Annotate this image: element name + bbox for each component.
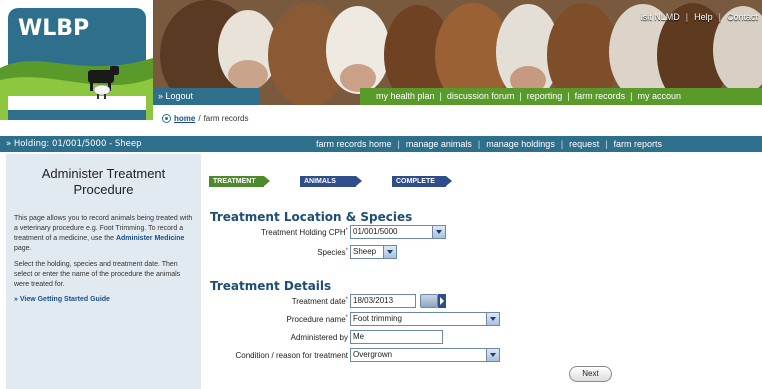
sidebar-instructions: Select the holding, species and treatmen… (14, 261, 181, 288)
administered-by-input[interactable]: Me (350, 330, 443, 344)
subnav-farm-reports[interactable]: farm reports (614, 139, 663, 149)
species-value: Sheep (353, 247, 377, 256)
holding-subnav: » Holding: 01/001/5000 - Sheep farm reco… (0, 136, 762, 152)
species-label: Species* (317, 248, 348, 257)
cph-select[interactable]: 01/001/5000 (350, 225, 446, 239)
step-animals: ANIMALS (300, 176, 362, 187)
treatment-date-input[interactable]: 18/03/2013 (350, 294, 416, 308)
logout-link[interactable]: » Logout (153, 88, 259, 105)
nav-reporting[interactable]: reporting (527, 91, 563, 101)
administered-label: Administered by (290, 333, 348, 342)
subnav-links: farm records home | manage animals | manage … (316, 136, 662, 152)
procedure-label: Procedure name* (286, 315, 349, 324)
chevron-down-icon (486, 349, 499, 361)
subnav-manage-animals[interactable]: manage animals (406, 139, 472, 149)
calendar-icon (420, 294, 438, 308)
cph-value: 01/001/5000 (353, 227, 398, 236)
species-select[interactable]: Sheep (350, 245, 397, 259)
chevron-down-icon (432, 226, 445, 238)
separator: | (560, 139, 564, 149)
reason-label: Condition / reason for treatment (235, 351, 348, 360)
sidebar: Administer Treatment Procedure This page… (6, 154, 201, 389)
next-button[interactable]: Next (569, 366, 612, 382)
getting-started-guide-link[interactable]: » View Getting Started Guide (14, 296, 193, 303)
sidebar-intro: This page allows you to record animals b… (14, 214, 193, 254)
calendar-button[interactable] (420, 294, 446, 308)
date-label: Treatment date* (291, 297, 348, 306)
arrow-right-icon (438, 294, 446, 308)
main-nav: my health plan | discussion forum | reportin… (360, 88, 762, 105)
progress-steps: TREATMENT ANIMALS COMPLETE (209, 176, 452, 187)
separator: | (567, 91, 570, 101)
logo-hills-graphic (0, 58, 153, 120)
step-treatment: TREATMENT (209, 176, 270, 187)
breadcrumb-current: farm records (203, 114, 249, 123)
nav-my-account[interactable]: my accoun (638, 91, 682, 101)
subnav-request[interactable]: request (569, 139, 599, 149)
top-links: isit NLMD | Help | Contact (641, 12, 758, 22)
separator: | (397, 139, 400, 149)
step-complete: COMPLETE (392, 176, 452, 187)
breadcrumb-separator: / (198, 114, 201, 123)
separator: | (439, 91, 442, 101)
help-link[interactable]: Help (694, 12, 713, 22)
sidebar-intro-end: page. (14, 245, 32, 252)
location-heading: Treatment Location & Species (210, 210, 413, 224)
current-holding[interactable]: » Holding: 01/001/5000 - Sheep (6, 136, 141, 152)
separator: | (685, 12, 689, 22)
separator: | (605, 139, 608, 149)
separator: | (630, 91, 633, 101)
cph-label: Treatment Holding CPH* (261, 228, 348, 237)
logo-text: WLBP (18, 16, 90, 41)
nav-my-health-plan[interactable]: my health plan (376, 91, 435, 101)
nav-discussion-forum[interactable]: discussion forum (447, 91, 515, 101)
sidebar-title: Administer Treatment Procedure (41, 166, 166, 197)
reason-select[interactable]: Overgrown (350, 348, 500, 362)
separator: | (519, 91, 522, 101)
procedure-select[interactable]: Foot trimming (350, 312, 500, 326)
separator: | (718, 12, 721, 22)
chevron-down-icon (486, 313, 499, 325)
chevron-down-icon (383, 246, 396, 258)
breadcrumb-home-link[interactable]: home (174, 114, 195, 123)
administer-medicine-link[interactable]: Administer Medicine (116, 235, 184, 242)
subnav-farm-records-home[interactable]: farm records home (316, 139, 392, 149)
wlbp-logo: WLBP (0, 0, 153, 120)
nav-farm-records[interactable]: farm records (575, 91, 626, 101)
contact-link[interactable]: Contact (727, 12, 758, 22)
reason-value: Overgrown (353, 350, 393, 359)
details-heading: Treatment Details (210, 279, 332, 293)
subnav-manage-holdings[interactable]: manage holdings (486, 139, 555, 149)
home-icon (162, 114, 171, 123)
breadcrumb: home / farm records (162, 114, 248, 123)
separator: | (477, 139, 481, 149)
visit-nlmd-link[interactable]: isit NLMD (641, 12, 680, 22)
procedure-value: Foot trimming (353, 314, 402, 323)
